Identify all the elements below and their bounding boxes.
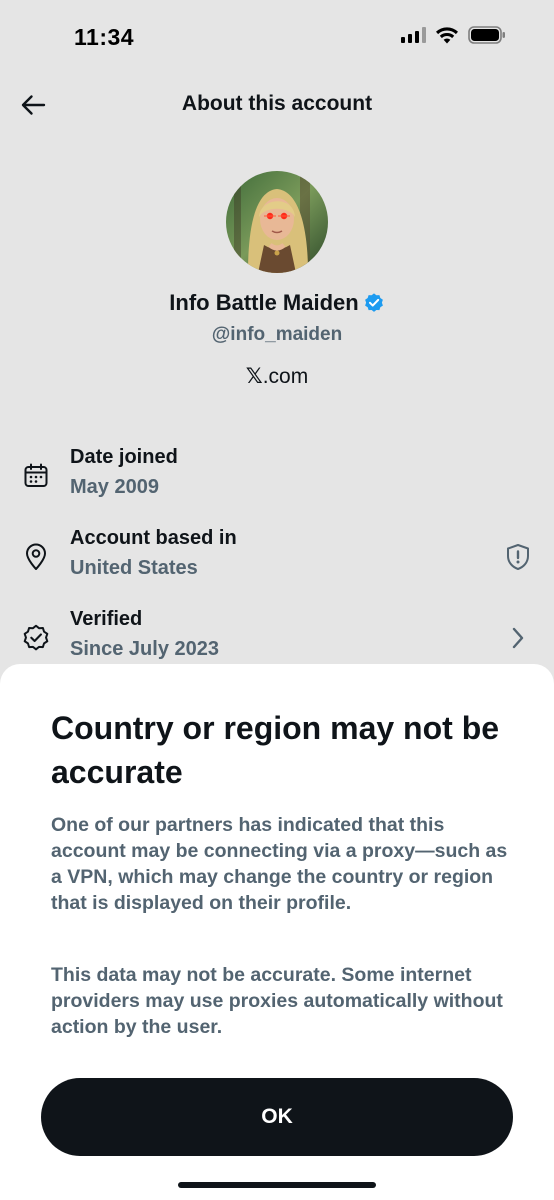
sheet-paragraph-1: One of our partners has indicated that t… bbox=[51, 814, 508, 914]
account-based-in-label: Account based in bbox=[70, 527, 237, 549]
shield-alert-button[interactable] bbox=[502, 541, 534, 573]
sheet-paragraph-2: This data may not be accurate. Some inte… bbox=[51, 964, 503, 1038]
info-row-date-joined: Date joined May 2009 bbox=[0, 446, 554, 508]
location-pin-icon bbox=[20, 541, 52, 573]
x-logo-icon: 𝕏 bbox=[245, 364, 263, 388]
platform-domain: 𝕏.com bbox=[0, 364, 554, 389]
bottom-sheet: Country or region may not be accurate On… bbox=[0, 664, 554, 1200]
verified-badge-icon bbox=[364, 293, 383, 312]
info-row-verified[interactable]: Verified Since July 2023 bbox=[0, 608, 554, 670]
verified-label: Verified bbox=[70, 608, 143, 630]
battery-icon bbox=[468, 26, 505, 44]
name-row: Info Battle Maiden bbox=[0, 290, 554, 316]
status-time: 11:34 bbox=[74, 24, 135, 50]
verified-chevron-button[interactable] bbox=[502, 622, 534, 654]
calendar-icon bbox=[20, 460, 52, 492]
status-icons bbox=[401, 26, 506, 44]
signal-icon bbox=[401, 27, 426, 43]
ok-button[interactable]: OK bbox=[41, 1078, 513, 1156]
verified-outline-icon bbox=[20, 622, 52, 654]
wifi-icon bbox=[436, 27, 458, 44]
sheet-title: Country or region may not be accurate bbox=[51, 710, 500, 790]
shield-alert-icon bbox=[507, 544, 529, 570]
handle: @info_maiden bbox=[211, 324, 343, 345]
page-title: About this account bbox=[181, 92, 373, 115]
date-joined-label: Date joined bbox=[70, 446, 178, 468]
display-name: Info Battle Maiden bbox=[169, 290, 359, 315]
date-joined-value: May 2009 bbox=[70, 476, 159, 498]
header: About this account bbox=[0, 78, 554, 130]
account-based-in-value: United States bbox=[70, 557, 198, 579]
verified-value: Since July 2023 bbox=[70, 638, 219, 660]
chevron-right-icon bbox=[512, 627, 524, 649]
avatar[interactable] bbox=[226, 171, 328, 273]
home-indicator bbox=[178, 1182, 376, 1188]
status-bar: 11:34 bbox=[0, 0, 554, 74]
info-row-account-based-in: Account based in United States bbox=[0, 527, 554, 589]
platform-suffix: .com bbox=[262, 365, 309, 388]
